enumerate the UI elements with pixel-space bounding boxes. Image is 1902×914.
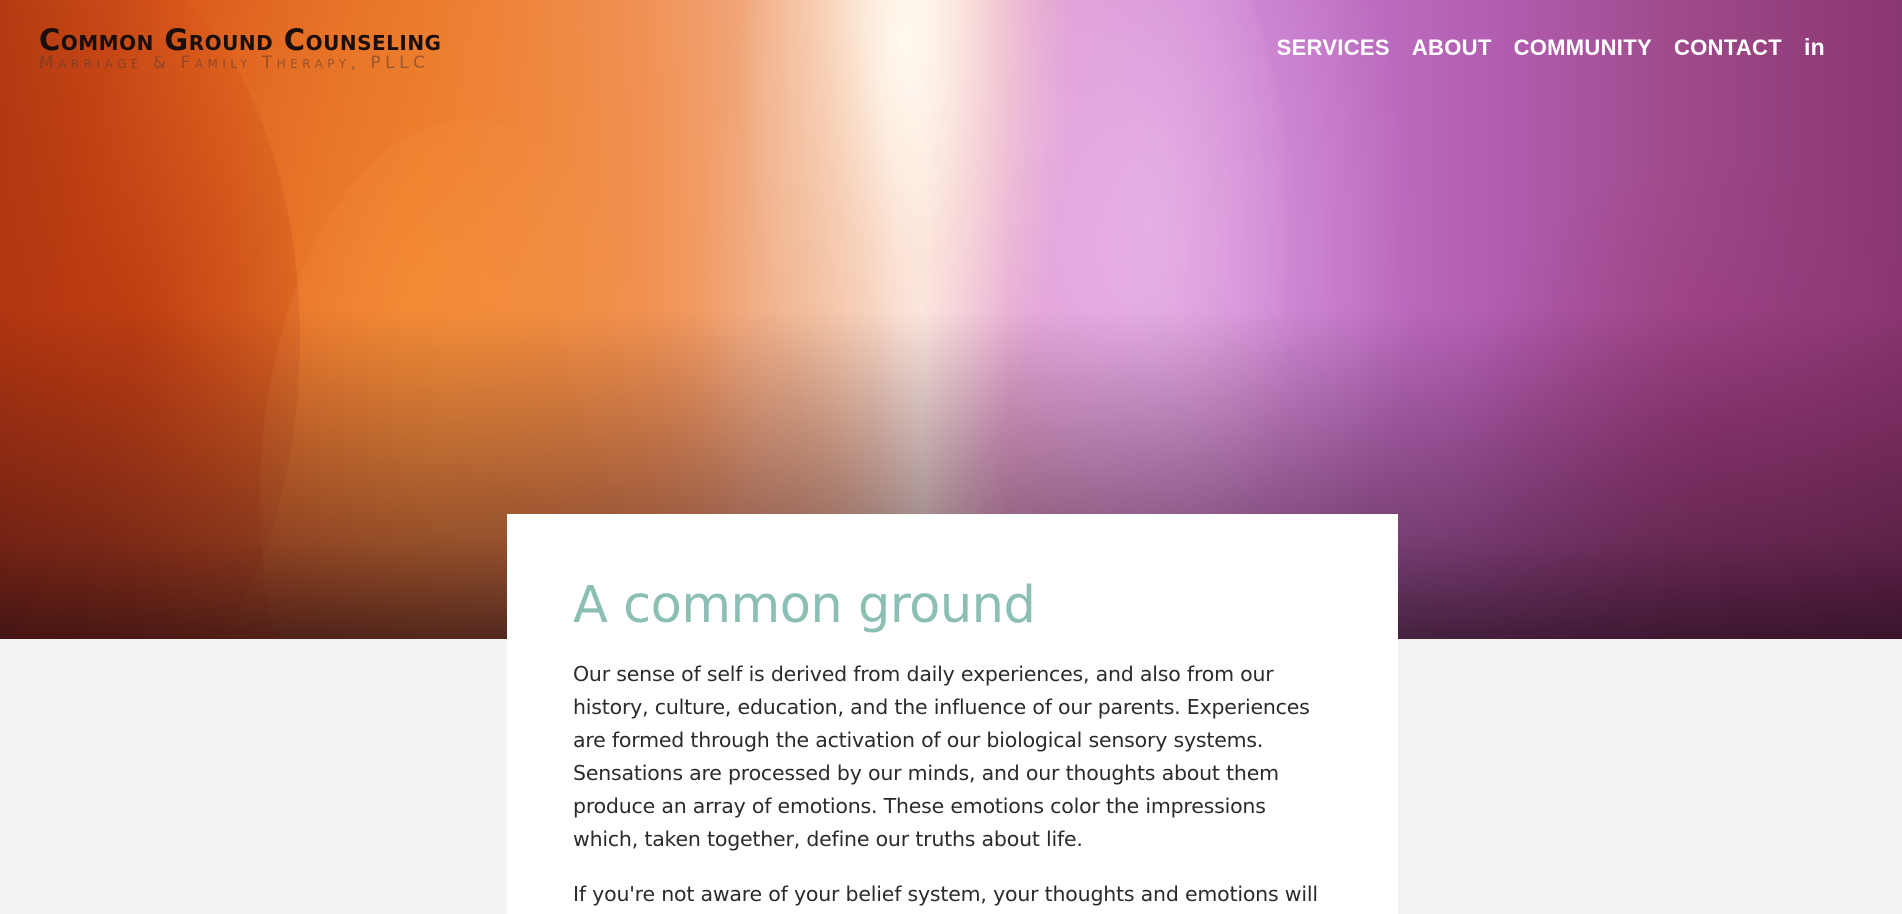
nav-link-contact[interactable]: CONTACT	[1674, 35, 1782, 61]
body-paragraph: Our sense of self is derived from daily …	[573, 662, 1310, 851]
linkedin-icon[interactable]: in	[1804, 34, 1825, 61]
section-heading: A common ground	[573, 576, 1036, 635]
logo-subtitle: Marriage & Family Therapy, PLLC	[39, 53, 430, 73]
site-logo[interactable]: Common Ground Counseling Marriage & Fami…	[39, 23, 509, 73]
logo-title: Common Ground Counseling	[39, 23, 442, 57]
page: Common Ground Counseling Marriage & Fami…	[0, 0, 1902, 914]
body-paragraph: If you're not aware of your belief syste…	[573, 882, 1318, 906]
nav-link-services[interactable]: SERVICES	[1277, 35, 1390, 61]
nav-link-about[interactable]: ABOUT	[1412, 35, 1492, 61]
nav-link-community[interactable]: COMMUNITY	[1514, 35, 1652, 61]
main-nav: SERVICES ABOUT COMMUNITY CONTACT in	[1277, 34, 1825, 61]
content-card: A common ground Our sense of self is der…	[507, 514, 1398, 914]
